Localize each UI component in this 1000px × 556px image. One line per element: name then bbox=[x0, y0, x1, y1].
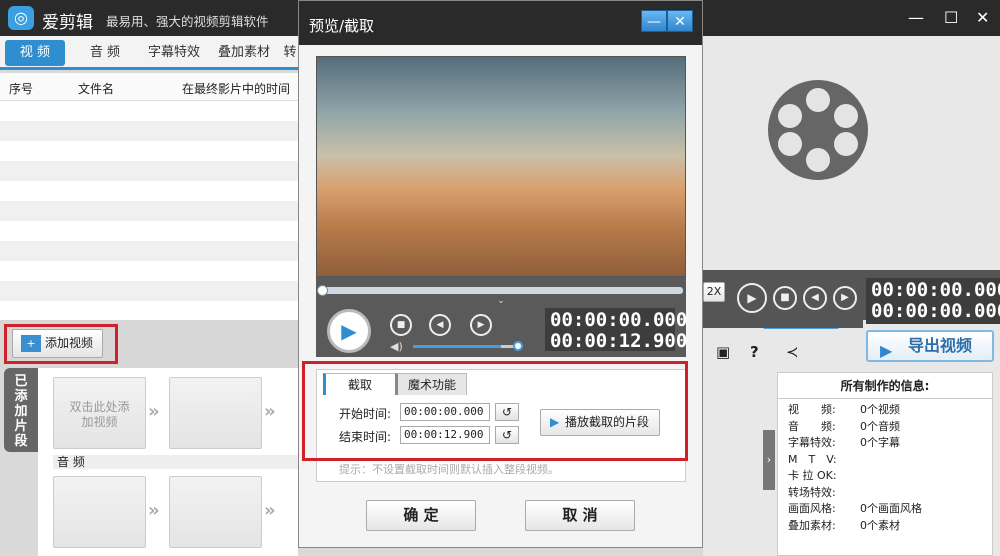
info-key: 转场特效: bbox=[788, 485, 836, 499]
col-index: 序号 bbox=[9, 82, 34, 96]
player-controls: 2X ▶ ■ ◀ ▶ 00:00:00.000 00:00:00.000 bbox=[703, 270, 1000, 329]
info-row: 视 频: 0个视频 bbox=[778, 402, 992, 419]
info-value: 0个画面风格 bbox=[860, 502, 922, 515]
info-title: 所有制作的信息: bbox=[778, 373, 992, 399]
added-clips-label: 已添加片段 bbox=[14, 374, 28, 449]
dialog-minimize-button[interactable]: — bbox=[641, 10, 667, 32]
audio-slot[interactable] bbox=[169, 476, 262, 548]
clip-slot[interactable] bbox=[169, 377, 262, 449]
highlight-box bbox=[302, 361, 688, 461]
info-key: 画面风格: bbox=[788, 502, 836, 515]
chevron-down-icon[interactable]: ⌄ bbox=[489, 296, 513, 306]
info-value: 0个视频 bbox=[860, 403, 900, 416]
info-value: 0个字幕 bbox=[860, 436, 900, 449]
add-video-button[interactable]: + 添加视频 bbox=[12, 329, 103, 358]
cancel-button[interactable]: 取 消 bbox=[525, 500, 635, 531]
tab-video[interactable]: 视 频 bbox=[5, 40, 65, 66]
progress-handle[interactable] bbox=[317, 285, 328, 296]
export-label: 导出视频 bbox=[908, 336, 973, 355]
app-name: 爱剪辑 bbox=[42, 13, 93, 33]
clip-placeholder: 双击此处添加视频 bbox=[69, 400, 130, 429]
prev-frame-button[interactable]: ◀ bbox=[429, 314, 451, 336]
collapse-panel-button[interactable]: › bbox=[763, 430, 775, 490]
control-strip bbox=[703, 320, 863, 328]
share-icon[interactable]: ≺ bbox=[786, 343, 799, 361]
film-add-icon: + bbox=[21, 335, 41, 352]
info-row: 叠加素材: 0个素材 bbox=[778, 518, 992, 535]
info-row: 转场特效: bbox=[778, 485, 992, 502]
speed-button[interactable]: 2X bbox=[703, 282, 725, 302]
col-filename: 文件名 bbox=[78, 82, 115, 96]
app-slogan: 最易用、强大的视频剪辑软件 bbox=[106, 14, 269, 29]
file-list-header: 序号 文件名 在最终影片中的时间 bbox=[0, 73, 298, 101]
file-list[interactable] bbox=[0, 101, 298, 320]
save-icon[interactable]: ▣ bbox=[716, 343, 730, 361]
clip-slot[interactable]: 双击此处添加视频 bbox=[53, 377, 146, 449]
time-total: 00:00:12.900 bbox=[550, 330, 688, 352]
film-reel-icon bbox=[768, 80, 868, 180]
hint-text: 提示：不设置截取时间则默认插入整段视频。 bbox=[339, 463, 559, 476]
info-row: 卡 拉 OK: bbox=[778, 468, 992, 485]
dialog-time-display: 00:00:00.000 00:00:12.900 bbox=[545, 308, 688, 352]
chevron-right-icon: » bbox=[148, 401, 160, 422]
export-video-button[interactable]: ▶ 导出视频 bbox=[866, 330, 994, 362]
tab-audio[interactable]: 音 频 bbox=[75, 40, 135, 66]
tab-subtitle-effects[interactable]: 字幕特效 bbox=[142, 40, 206, 66]
close-button[interactable]: ✕ bbox=[976, 8, 989, 27]
video-frame bbox=[316, 56, 686, 277]
preview-trim-dialog: 预览/截取 — ✕ ⌄ ▶ ■ ◀ ▶ ◀) 00:00:00.000 00:00… bbox=[298, 0, 703, 548]
info-row: 音 频: 0个音频 bbox=[778, 419, 992, 436]
stop-button[interactable]: ■ bbox=[390, 314, 412, 336]
project-info-panel: 所有制作的信息: 视 频: 0个视频音 频: 0个音频字幕特效: 0个字幕 M T V:… bbox=[777, 372, 993, 556]
maximize-button[interactable]: ☐ bbox=[944, 8, 958, 27]
chevron-right-icon: » bbox=[148, 500, 160, 521]
audio-section-label: 音 频 bbox=[53, 455, 298, 469]
stop-button[interactable]: ■ bbox=[773, 286, 797, 310]
main-tabs: 视 频 音 频 字幕特效 叠加素材 转 bbox=[0, 36, 298, 70]
info-row: 字幕特效: 0个字幕 bbox=[778, 435, 992, 452]
progress-bar[interactable] bbox=[321, 287, 683, 294]
player-time-total: 00:00:00.000 bbox=[871, 300, 1000, 322]
dialog-close-button[interactable]: ✕ bbox=[667, 10, 693, 32]
info-key: 视 频: bbox=[788, 403, 836, 416]
ok-button[interactable]: 确 定 bbox=[366, 500, 476, 531]
audio-slot[interactable] bbox=[53, 476, 146, 548]
player-time-current: 00:00:00.000 bbox=[871, 279, 1000, 301]
col-time: 在最终影片中的时间 bbox=[182, 82, 291, 96]
info-row: 画面风格: 0个画面风格 bbox=[778, 501, 992, 518]
add-video-label: 添加视频 bbox=[45, 336, 94, 350]
chevron-right-icon: » bbox=[264, 401, 276, 422]
minimize-button[interactable]: — bbox=[908, 8, 924, 27]
volume-handle[interactable] bbox=[513, 341, 523, 351]
volume-icon: ◀) bbox=[390, 340, 403, 353]
info-value: 0个素材 bbox=[860, 518, 900, 532]
player-time-display: 00:00:00.000 00:00:00.000 bbox=[866, 278, 1000, 324]
info-key: 叠加素材: bbox=[788, 518, 836, 532]
help-icon[interactable]: ? bbox=[750, 343, 759, 361]
next-frame-button[interactable]: ▶ bbox=[470, 314, 492, 336]
prev-frame-button[interactable]: ◀ bbox=[803, 286, 827, 310]
next-frame-button[interactable]: ▶ bbox=[833, 286, 857, 310]
volume-track[interactable] bbox=[413, 345, 517, 348]
info-key: 音 频: bbox=[788, 419, 836, 433]
tab-overlay[interactable]: 叠加素材 bbox=[212, 40, 276, 66]
app-logo-icon: ◎ bbox=[8, 6, 34, 30]
chevron-right-icon: » bbox=[264, 500, 276, 521]
play-button[interactable]: ▶ bbox=[327, 309, 371, 353]
play-button[interactable]: ▶ bbox=[737, 283, 767, 313]
info-row: M T V: bbox=[778, 452, 992, 469]
added-clips-tab[interactable]: 已添加片段 bbox=[4, 368, 38, 452]
info-key: 卡 拉 OK: bbox=[788, 469, 837, 482]
info-value: 0个音频 bbox=[860, 419, 900, 433]
info-key: M T V: bbox=[788, 452, 837, 466]
export-icon: ▶ bbox=[880, 341, 893, 360]
tab-transition[interactable]: 转 bbox=[282, 40, 298, 66]
info-key: 字幕特效: bbox=[788, 436, 836, 449]
clip-area: 双击此处添加视频 » » 音 频 » » bbox=[38, 368, 298, 556]
time-current: 00:00:00.000 bbox=[550, 309, 688, 331]
